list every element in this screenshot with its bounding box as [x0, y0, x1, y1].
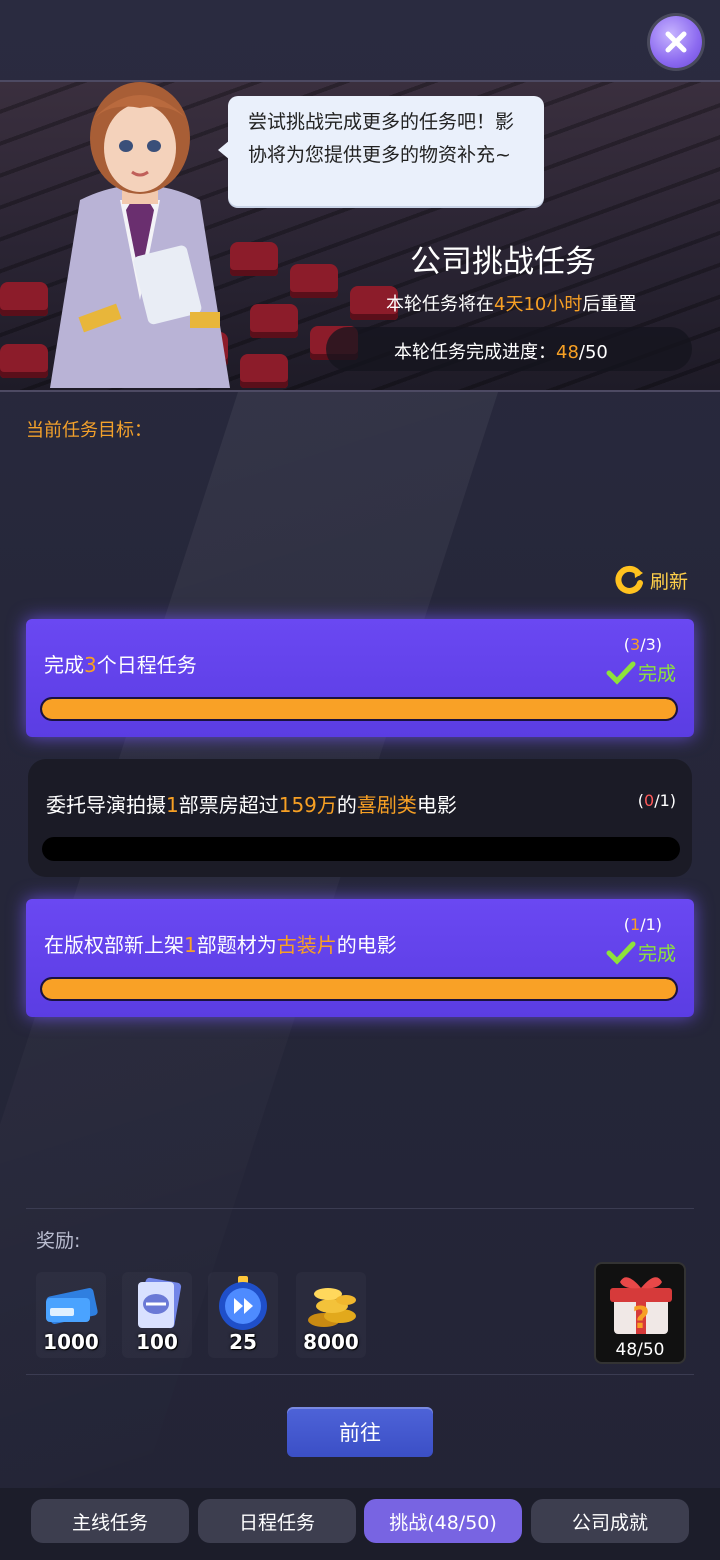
- task-description: 在版权部新上架1部题材为古装片的电影: [44, 933, 397, 957]
- task-progress-fill: [42, 699, 676, 719]
- mystery-gift-box[interactable]: ? 48/50: [594, 1262, 686, 1364]
- task-complete-status: 完成: [606, 939, 676, 966]
- current-goal-label: 当前任务目标：: [26, 420, 152, 441]
- reward-amount: 100: [136, 1330, 178, 1354]
- reward-item-book-card[interactable]: 100: [122, 1272, 192, 1358]
- task-card: 委托导演拍摄1部票房超过159万的喜剧类电影 (0/1): [28, 759, 692, 877]
- reward-item-speedup[interactable]: 25: [208, 1272, 278, 1358]
- round-progress-pill: 本轮任务完成进度：48/50: [326, 327, 692, 371]
- refresh-icon: [615, 565, 643, 594]
- reward-item-gold[interactable]: 8000: [296, 1272, 366, 1358]
- close-icon: [665, 31, 687, 53]
- tab-company-achievements[interactable]: 公司成就: [531, 1499, 689, 1543]
- task-description: 完成3个日程任务: [44, 653, 197, 677]
- tab-daily-tasks[interactable]: 日程任务: [198, 1499, 356, 1543]
- task-count: (1/1): [623, 915, 662, 934]
- mystery-gift-icon: ?: [610, 1277, 672, 1336]
- go-button[interactable]: 前往: [287, 1407, 433, 1457]
- tab-challenge[interactable]: 挑战(48/50): [364, 1499, 522, 1543]
- task-card: 在版权部新上架1部题材为古装片的电影 (1/1) 完成: [26, 899, 694, 1017]
- close-button[interactable]: [650, 16, 702, 68]
- task-complete-status: 完成: [606, 659, 676, 686]
- task-progress-bar: [40, 977, 678, 1001]
- task-progress-bar: [42, 837, 680, 861]
- speech-text: 尝试挑战完成更多的任务吧！影协将为您提供更多的物资补充~: [248, 111, 515, 166]
- divider: [26, 1374, 694, 1375]
- task-description: 委托导演拍摄1部票房超过159万的喜剧类电影: [46, 793, 457, 817]
- task-count: (3/3): [623, 635, 662, 654]
- round-progress-current: 48: [556, 342, 579, 363]
- svg-text:?: ?: [632, 1301, 649, 1336]
- speech-bubble-tail: [218, 140, 230, 160]
- page-title: 公司挑战任务: [410, 244, 596, 280]
- reward-amount: 8000: [303, 1330, 359, 1354]
- tab-main-tasks[interactable]: 主线任务: [31, 1499, 189, 1543]
- speedup-clock-icon: [219, 1276, 267, 1330]
- task-card: 完成3个日程任务 (3/3) 完成: [26, 619, 694, 737]
- reward-label: 奖励:: [36, 1230, 81, 1252]
- refresh-button[interactable]: 刷新: [614, 564, 688, 596]
- reward-amount: 1000: [43, 1330, 99, 1354]
- reward-amount: 25: [229, 1330, 257, 1354]
- gold-coins-icon: [308, 1288, 356, 1327]
- speech-bubble: 尝试挑战完成更多的任务吧！影协将为您提供更多的物资补充~: [228, 96, 544, 206]
- checkmark-icon: [606, 941, 636, 965]
- reset-timer-text: 本轮任务将在4天10小时后重置: [386, 294, 637, 315]
- gift-progress-count: 48/50: [615, 1340, 665, 1360]
- divider: [26, 1208, 694, 1209]
- book-card-icon: [138, 1277, 182, 1329]
- experience-ticket-icon: [46, 1288, 98, 1324]
- refresh-label: 刷新: [650, 570, 689, 593]
- checkmark-icon: [606, 661, 636, 685]
- assistant-character-avatar: [50, 82, 230, 388]
- reward-item-experience-ticket[interactable]: 1000: [36, 1272, 106, 1358]
- reset-time: 4天10小时: [494, 294, 583, 315]
- task-count: (0/1): [637, 791, 676, 810]
- task-progress-bar: [40, 697, 678, 721]
- bottom-tab-bar: 主线任务 日程任务 挑战(48/50) 公司成就: [0, 1488, 720, 1560]
- task-progress-fill: [42, 979, 676, 999]
